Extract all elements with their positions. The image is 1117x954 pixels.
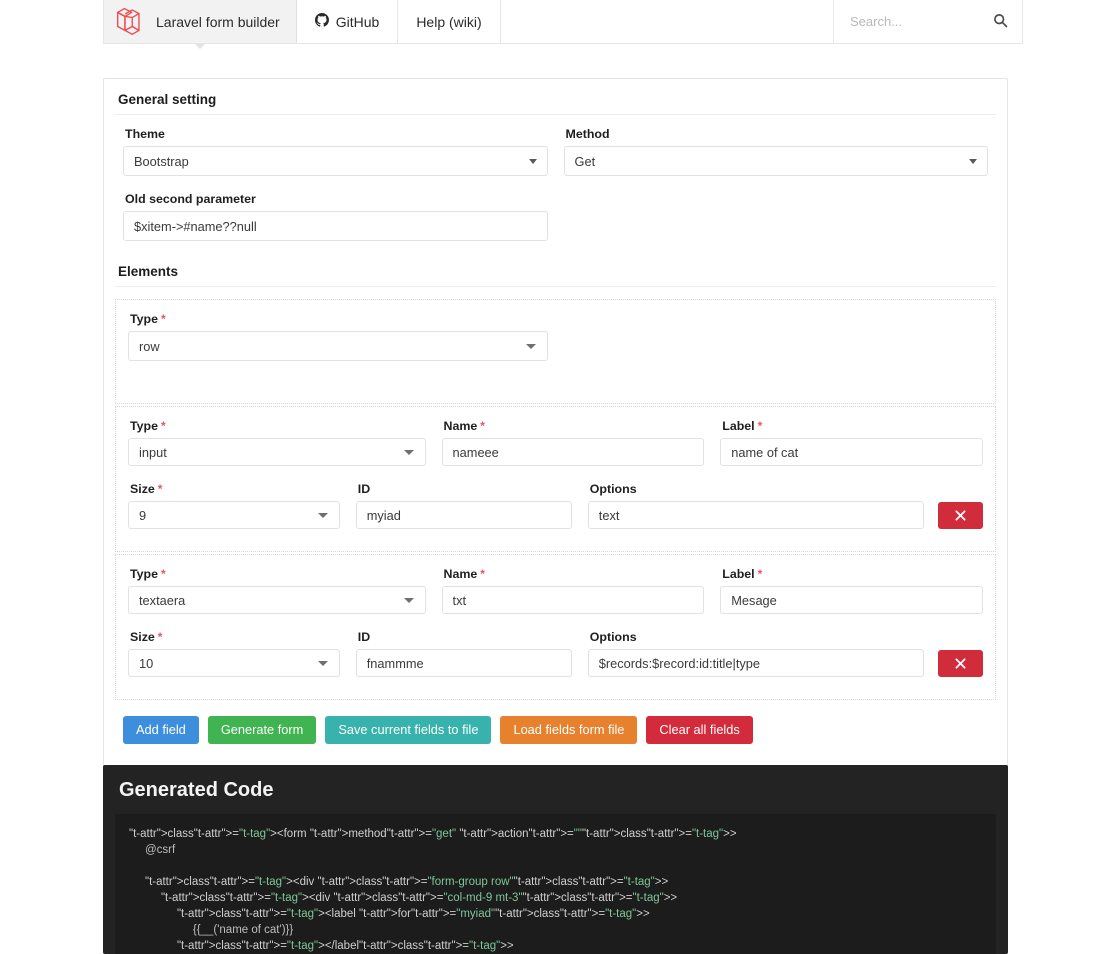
theme-field-group: Theme (115, 127, 556, 192)
old-second-parameter-label: Old second parameter (123, 192, 548, 206)
field2-id-label: ID (356, 630, 572, 644)
element-row-type-select-wrap (128, 331, 548, 361)
nav-item-help-label: Help (wiki) (416, 14, 481, 30)
field1-label-group: Label* (712, 419, 991, 482)
old-second-parameter-group: Old second parameter (115, 192, 556, 257)
field1-name-label: Name* (442, 419, 705, 433)
general-setting-title: General setting (115, 87, 996, 115)
field1-type-select[interactable] (128, 438, 426, 466)
github-icon (315, 13, 329, 30)
delete-field-button[interactable] (938, 650, 983, 677)
field1-label-input[interactable] (720, 438, 983, 466)
method-field-group: Method (556, 127, 997, 192)
field2-size-select[interactable] (128, 649, 340, 677)
field2-options-group: Options (580, 630, 932, 693)
close-icon (955, 658, 966, 669)
element-row-type-label: Type* (128, 312, 548, 326)
theme-select[interactable] (123, 146, 548, 176)
generated-code-title: Generated Code (115, 777, 996, 814)
save-current-fields-to-file-button[interactable]: Save current fields to file (325, 716, 491, 744)
field2-size-label: Size* (128, 630, 340, 644)
search-icon[interactable] (993, 13, 1008, 31)
field1-options-group: Options (580, 482, 932, 545)
field2-label-group: Label* (712, 567, 991, 630)
field1-type-select-wrap (128, 438, 426, 466)
nav-brand-label: Laravel form builder (156, 14, 280, 30)
field1-options-input[interactable] (588, 501, 924, 529)
nav-search-area (834, 0, 1022, 43)
top-navbar: Laravel form builder GitHub Help (wiki) (103, 0, 1023, 44)
field1-size-select[interactable] (128, 501, 340, 529)
field2-type-select[interactable] (128, 586, 426, 614)
elements-title: Elements (115, 259, 996, 287)
field2-type-label: Type* (128, 567, 426, 581)
method-select[interactable] (564, 146, 989, 176)
clear-all-fields-button[interactable]: Clear all fields (646, 716, 752, 744)
field2-label-input[interactable] (720, 586, 983, 614)
field1-name-input[interactable] (442, 438, 705, 466)
element-row-type-group: Type* (120, 312, 556, 377)
field2-id-input[interactable] (356, 649, 572, 677)
element-row-type-select[interactable] (128, 331, 548, 361)
field2-type-group: Type* (120, 567, 434, 630)
active-nav-caret-icon (194, 43, 206, 49)
form-builder-card: General setting Theme Method Old second … (103, 78, 1008, 767)
field1-label-label: Label* (720, 419, 983, 433)
field1-size-select-wrap (128, 501, 340, 529)
generated-code-box[interactable]: "t-attr">class"t-attr">="t-tag"><form "t… (115, 814, 996, 954)
delete-field-button[interactable] (938, 502, 983, 529)
required-mark: * (161, 312, 166, 326)
generated-code-card: Generated Code "t-attr">class"t-attr">="… (103, 765, 1008, 954)
field1-delete-cell (932, 482, 991, 545)
generate-form-button[interactable]: Generate form (208, 716, 317, 744)
old-second-parameter-input[interactable] (123, 211, 548, 241)
generated-code-content: "t-attr">class"t-attr">="t-tag"><form "t… (129, 826, 982, 954)
nav-item-github-label: GitHub (336, 14, 380, 30)
field1-id-label: ID (356, 482, 572, 496)
field1-name-group: Name* (434, 419, 713, 482)
general-row-theme-method: Theme Method (115, 127, 996, 192)
field1-options-label: Options (588, 482, 924, 496)
method-label: Method (564, 127, 989, 141)
field1-size-group: Size* (120, 482, 348, 545)
search-input[interactable] (848, 13, 988, 30)
method-select-wrap (564, 146, 989, 176)
nav-brand-laravel-form-builder[interactable]: Laravel form builder (104, 0, 297, 43)
general-row-old-param: Old second parameter (115, 192, 996, 257)
load-fields-form-file-button[interactable]: Load fields form file (500, 716, 637, 744)
field2-name-label: Name* (442, 567, 705, 581)
element-block-row: Type* (115, 299, 996, 404)
field2-options-input[interactable] (588, 649, 924, 677)
field2-name-input[interactable] (442, 586, 705, 614)
field1-size-label: Size* (128, 482, 340, 496)
close-icon (955, 510, 966, 521)
field2-label-label: Label* (720, 567, 983, 581)
theme-label: Theme (123, 127, 548, 141)
field2-id-group: ID (348, 630, 580, 693)
field2-type-select-wrap (128, 586, 426, 614)
field2-size-select-wrap (128, 649, 340, 677)
field1-id-input[interactable] (356, 501, 572, 529)
field1-type-group: Type* (120, 419, 434, 482)
field2-size-group: Size* (120, 630, 348, 693)
field1-type-label: Type* (128, 419, 426, 433)
field2-options-label: Options (588, 630, 924, 644)
nav-spacer (501, 0, 834, 43)
nav-item-help-wiki[interactable]: Help (wiki) (398, 0, 500, 43)
laravel-logo-icon (116, 7, 144, 37)
nav-item-github[interactable]: GitHub (297, 0, 399, 43)
element-block-field-2: Type* Name* Label* (115, 554, 996, 700)
element-block-field-1: Type* Name* Label* (115, 406, 996, 552)
add-field-button[interactable]: Add field (123, 716, 199, 744)
theme-select-wrap (123, 146, 548, 176)
field2-delete-cell (932, 630, 991, 693)
field1-id-group: ID (348, 482, 580, 545)
field2-name-group: Name* (434, 567, 713, 630)
action-buttons-row: Add field Generate form Save current fie… (115, 702, 996, 752)
